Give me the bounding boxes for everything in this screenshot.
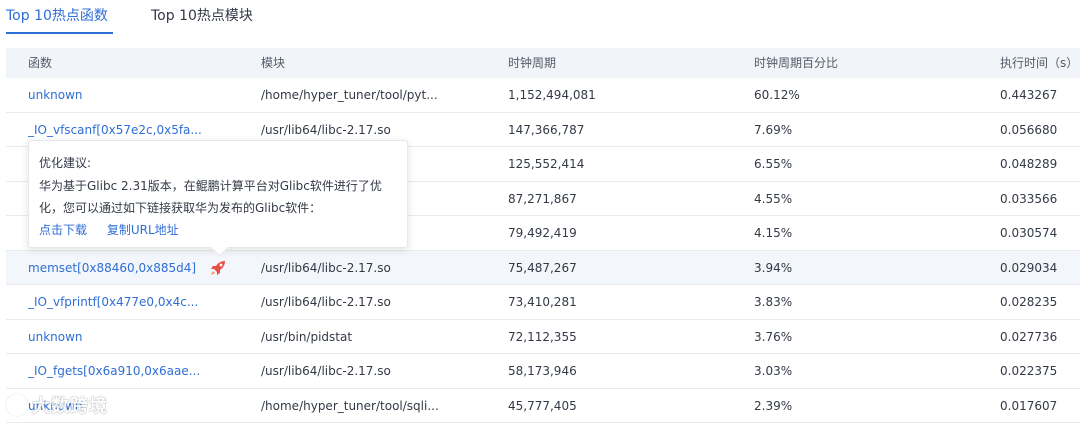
clock-cell: 72,112,355: [508, 329, 577, 344]
time-cell: 0.443267: [1000, 88, 1058, 102]
module-cell: /usr/lib64/libc-2.17.so: [261, 260, 391, 275]
time-cell: 0.022375: [1000, 364, 1058, 378]
rocket-icon[interactable]: [210, 260, 228, 276]
active-tab-indicator: [6, 32, 113, 34]
module-cell: /usr/bin/pidstat: [261, 329, 353, 344]
percent-cell: 3.76%: [754, 329, 793, 344]
table-header: 函数 模块 时钟周期 时钟周期百分比 执行时间（s）: [6, 48, 1080, 78]
clock-cell: 45,777,405: [508, 398, 577, 413]
header-function: 函数: [28, 56, 53, 70]
tab-bar: Top 10热点函数 Top 10热点模块: [0, 0, 1080, 40]
time-cell: 0.030574: [1000, 226, 1058, 240]
time-cell: 0.048289: [1000, 157, 1058, 171]
percent-cell: 6.55%: [754, 157, 793, 171]
percent-cell: 7.69%: [754, 122, 793, 137]
percent-cell: 3.94%: [754, 260, 793, 275]
watermark-logo-icon: [6, 394, 28, 416]
table-row: _IO_fgets[0x6a910,0x6aae... /usr/lib64/l…: [6, 354, 1080, 389]
percent-cell: 4.15%: [754, 226, 793, 240]
percent-cell: 4.55%: [754, 191, 793, 206]
time-cell: 0.028235: [1000, 295, 1058, 309]
time-cell: 0.017607: [1000, 398, 1058, 413]
tab-top10-functions[interactable]: Top 10热点函数: [6, 6, 108, 26]
module-cell: /home/hyper_tuner/tool/sqli...: [261, 398, 439, 413]
table-row: _IO_vfprintf[0x477e0,0x4c... /usr/lib64/…: [6, 285, 1080, 320]
module-cell: /usr/lib64/libc-2.17.so: [261, 364, 391, 378]
function-link[interactable]: _IO_vfprintf[0x477e0,0x4c...: [28, 285, 228, 319]
percent-cell: 2.39%: [754, 398, 793, 413]
copy-url-link[interactable]: 复制URL地址: [107, 223, 179, 237]
time-cell: 0.033566: [1000, 191, 1058, 206]
header-clock-percent: 时钟周期百分比: [754, 56, 839, 70]
module-cell: /usr/lib64/libc-2.17.so: [261, 295, 391, 309]
header-clock-cycles: 时钟周期: [508, 56, 557, 70]
table-row: memset[0x88460,0x885d4] /usr/lib64/libc-…: [6, 250, 1080, 285]
clock-cell: 58,173,946: [508, 364, 577, 378]
header-module: 模块: [261, 56, 286, 70]
function-link[interactable]: memset[0x88460,0x885d4]: [28, 251, 228, 285]
time-cell: 0.029034: [1000, 260, 1058, 275]
function-link[interactable]: unknown: [28, 320, 228, 354]
table-row: unknown /home/hyper_tuner/tool/pyt... 1,…: [6, 78, 1080, 113]
clock-cell: 147,366,787: [508, 122, 585, 137]
download-link[interactable]: 点击下载: [39, 223, 87, 237]
table-row: unknown /home/hyper_tuner/tool/sqli... 4…: [6, 389, 1080, 423]
percent-cell: 3.03%: [754, 364, 793, 378]
tab-top10-modules[interactable]: Top 10热点模块: [151, 6, 253, 26]
tooltip-title: 优化建议:: [39, 156, 92, 170]
function-link[interactable]: unknown: [28, 78, 228, 112]
optimization-tooltip: 优化建议: 华为基于Glibc 2.31版本，在鲲鹏计算平台对Glibc软件进行…: [28, 140, 408, 248]
percent-cell: 60.12%: [754, 88, 800, 102]
tooltip-links: 点击下载 复制URL地址: [39, 221, 397, 239]
time-cell: 0.027736: [1000, 329, 1058, 344]
clock-cell: 87,271,867: [508, 191, 577, 206]
clock-cell: 125,552,414: [508, 157, 585, 171]
clock-cell: 73,410,281: [508, 295, 577, 309]
percent-cell: 3.83%: [754, 295, 793, 309]
watermark-text: 大数跨境: [32, 396, 108, 417]
tooltip-body: 华为基于Glibc 2.31版本，在鲲鹏计算平台对Glibc软件进行了优化，您可…: [39, 179, 382, 215]
table-row: unknown /usr/bin/pidstat 72,112,355 3.76…: [6, 320, 1080, 354]
watermark: 大数跨境: [6, 392, 108, 418]
clock-cell: 1,152,494,081: [508, 88, 596, 102]
function-link[interactable]: _IO_fgets[0x6a910,0x6aae...: [28, 354, 228, 388]
time-cell: 0.056680: [1000, 122, 1058, 137]
clock-cell: 79,492,419: [508, 226, 577, 240]
header-exec-time: 执行时间（s）: [1000, 56, 1079, 70]
module-cell: /home/hyper_tuner/tool/pyt...: [261, 88, 438, 102]
clock-cell: 75,487,267: [508, 260, 577, 275]
